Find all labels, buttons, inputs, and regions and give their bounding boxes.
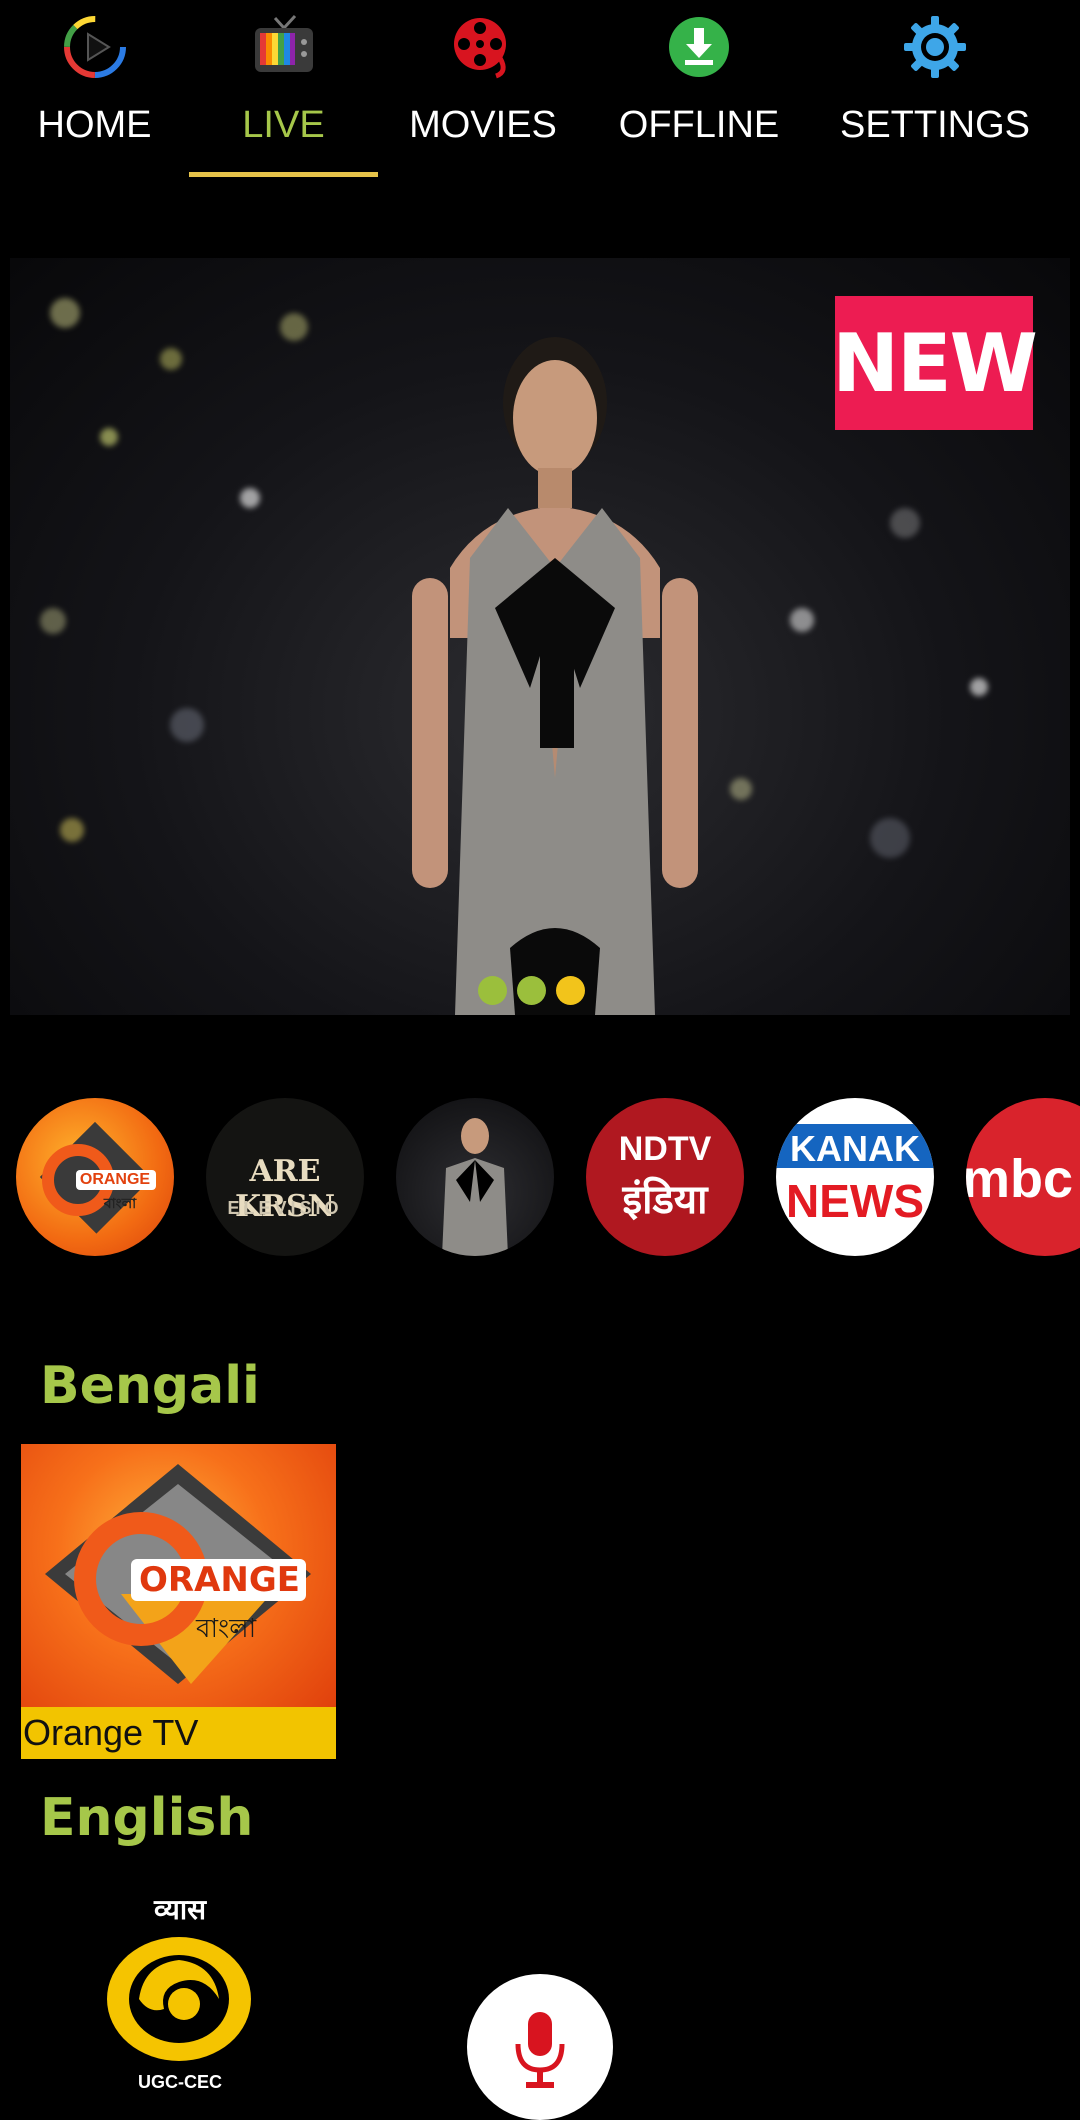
channel-circle-fashion[interactable] <box>396 1098 554 1256</box>
carousel-dot[interactable] <box>517 976 546 1005</box>
bokeh-light <box>100 428 118 446</box>
channel-circle-kanak-subtext: NEWS <box>786 1175 924 1227</box>
channel-circle-ndtv-text: NDTV <box>618 1130 712 1168</box>
bokeh-light <box>870 818 910 858</box>
tab-offline[interactable]: OFFLINE <box>588 0 810 180</box>
channel-circle-kanak-text: KANAK <box>790 1128 920 1169</box>
channel-strip: ORANGE বাংলা ARE KRSN ELEVISIO NDTV इंडि… <box>0 1098 1080 1260</box>
vyas-logo-subtext: UGC-CEC <box>138 2072 222 2092</box>
channel-circle-orange-text: ORANGE <box>79 1171 151 1188</box>
channel-circle-orange-bangla[interactable]: ORANGE বাংলা <box>16 1098 174 1256</box>
runway-model-image <box>412 337 698 1015</box>
carousel-pager <box>478 976 585 1005</box>
section-title-english: English <box>40 1788 254 1848</box>
bokeh-light <box>240 488 260 508</box>
orange-tile-logo-text: ORANGE <box>139 1560 300 1600</box>
tab-movies-label: MOVIES <box>409 104 557 146</box>
bokeh-light <box>730 778 752 800</box>
tab-home-label: HOME <box>37 104 152 146</box>
bokeh-light <box>890 508 920 538</box>
tab-home[interactable]: HOME <box>0 0 189 180</box>
channel-circle-ndtv-india[interactable]: NDTV इंडिया <box>586 1098 744 1256</box>
bokeh-light <box>970 678 988 696</box>
film-reel-icon <box>454 18 506 79</box>
play-circle-icon <box>63 16 126 78</box>
channel-circle-kanak-news[interactable]: KANAK NEWS <box>776 1098 934 1256</box>
voice-search-button[interactable] <box>467 1974 613 2120</box>
featured-banner[interactable]: NEW <box>10 258 1070 1015</box>
channel-circle-ndtv-subtext: इंडिया <box>622 1178 708 1222</box>
channel-tile-orange-tv[interactable]: ORANGE বাংলা Orange TV <box>21 1444 336 1759</box>
dd-logo-icon <box>107 1937 251 2061</box>
microphone-icon <box>515 2012 565 2088</box>
bokeh-light <box>790 608 814 632</box>
bokeh-light <box>280 313 308 341</box>
tab-settings[interactable]: SETTINGS <box>810 0 1060 180</box>
vyas-logo-text: व्यास <box>154 1894 206 1925</box>
bokeh-light <box>60 818 84 842</box>
bokeh-light <box>50 298 80 328</box>
channel-circle-hare-krsna[interactable]: ARE KRSN ELEVISIO <box>206 1098 364 1256</box>
channel-tile-caption: Orange TV <box>21 1707 336 1759</box>
section-title-bengali: Bengali <box>40 1356 260 1416</box>
carousel-dot[interactable] <box>478 976 507 1005</box>
tab-offline-label: OFFLINE <box>618 104 780 146</box>
new-badge: NEW <box>832 296 1038 430</box>
orange-tv-logo: ORANGE বাংলা <box>21 1444 336 1707</box>
bokeh-light <box>170 708 204 742</box>
download-icon <box>669 17 729 77</box>
top-nav: HOME LIVE MOVIES OFFLINE SETTINGS <box>0 0 1080 180</box>
tab-settings-label: SETTINGS <box>839 104 1031 146</box>
channel-circle-orange-subtext: বাংলা <box>103 1195 137 1211</box>
tab-live[interactable]: LIVE <box>189 0 378 180</box>
gear-icon <box>904 16 966 78</box>
tab-movies[interactable]: MOVIES <box>378 0 588 180</box>
channel-circle-mbc-text: mbc <box>966 1149 1074 1209</box>
bokeh-light <box>160 348 182 370</box>
channel-tile-vyas[interactable]: व्यास UGC-CEC <box>90 1890 270 2092</box>
bokeh-light <box>40 608 66 634</box>
active-tab-indicator <box>189 172 378 177</box>
tv-icon <box>254 14 313 72</box>
fashion-thumb-image <box>442 1118 508 1256</box>
orange-tile-logo-subtext: বাংলা <box>196 1613 257 1643</box>
channel-circle-mbc[interactable]: mbc <box>966 1098 1080 1256</box>
carousel-dot-active[interactable] <box>556 976 585 1005</box>
tab-live-label: LIVE <box>242 104 325 146</box>
channel-circle-hare-subtext: ELEVISIO <box>227 1198 343 1218</box>
